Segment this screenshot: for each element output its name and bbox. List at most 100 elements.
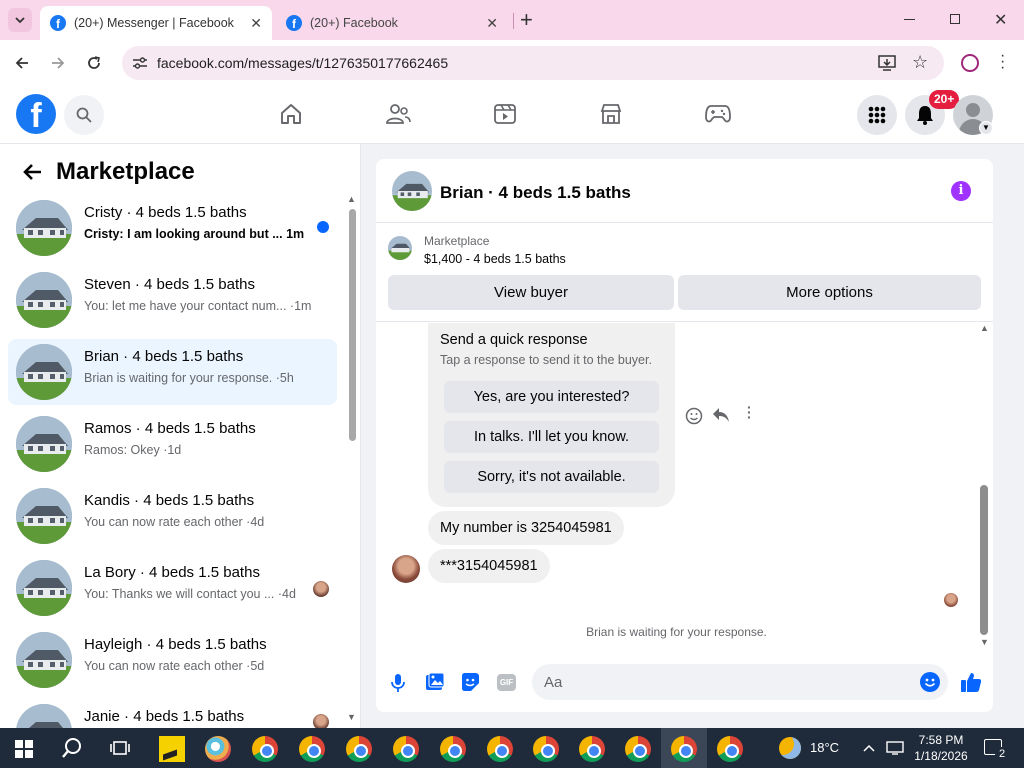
gaming-icon[interactable] — [705, 104, 731, 124]
conversation-preview-text: You: Thanks we will contact you ... — [84, 587, 278, 601]
photo-icon[interactable] — [425, 672, 445, 692]
thread-scrollbar[interactable]: ▲ ▼ — [978, 323, 990, 649]
facebook-logo-icon[interactable]: f — [16, 94, 56, 134]
emoji-icon[interactable] — [920, 672, 940, 692]
chrome-icon[interactable] — [671, 736, 697, 762]
tab-facebook[interactable]: f (20+) Facebook ✕ — [276, 6, 508, 40]
bookmark-star-icon[interactable]: ☆ — [912, 52, 928, 73]
message-input[interactable]: Aa — [532, 664, 948, 700]
close-tab-icon[interactable]: ✕ — [486, 15, 498, 32]
more-options-button[interactable]: More options — [678, 275, 981, 310]
chrome-icon[interactable] — [579, 736, 605, 762]
close-tab-icon[interactable]: ✕ — [250, 15, 262, 32]
tab-search-button[interactable] — [8, 8, 32, 32]
restore-icon[interactable] — [950, 14, 960, 24]
seen-avatar — [313, 581, 329, 597]
minimize-icon[interactable] — [904, 19, 915, 20]
conversation-item[interactable]: Cristy · 4 beds 1.5 baths Cristy: I am lo… — [8, 195, 337, 261]
react-emoji-icon[interactable] — [685, 407, 703, 425]
conversation-item[interactable]: Hayleigh · 4 beds 1.5 baths You can now r… — [8, 627, 337, 693]
gif-button[interactable]: GIF — [497, 674, 516, 691]
browser-menu-icon[interactable]: · · · — [1000, 48, 1005, 76]
quick-response-not-available[interactable]: Sorry, it's not available. — [444, 461, 659, 493]
back-arrow-icon[interactable] — [22, 163, 42, 181]
conversation-title: Janie · 4 beds 1.5 baths — [84, 708, 245, 725]
conversation-item[interactable]: Kandis · 4 beds 1.5 baths You can now rat… — [8, 483, 337, 549]
browser-tab-bar: f (20+) Messenger | Facebook ✕ f (20+) F… — [0, 0, 1024, 40]
like-thumb-icon[interactable] — [960, 671, 982, 693]
close-window-icon[interactable]: ✕ — [994, 10, 1007, 30]
chrome-icon[interactable] — [625, 736, 651, 762]
tab-messenger[interactable]: f (20+) Messenger | Facebook ✕ — [40, 6, 272, 40]
home-icon[interactable] — [279, 102, 303, 126]
chrome-icon[interactable] — [346, 736, 372, 762]
paint-app-icon[interactable] — [205, 736, 231, 762]
profile-icon[interactable] — [961, 54, 979, 72]
clock-time[interactable]: 7:58 PM — [914, 733, 968, 747]
scroll-down-arrow-icon[interactable]: ▼ — [980, 637, 989, 647]
scroll-up-arrow-icon[interactable]: ▲ — [347, 194, 356, 204]
conversation-title: Steven · 4 beds 1.5 baths — [84, 276, 255, 293]
conversation-info-icon[interactable]: i — [951, 181, 971, 201]
scroll-down-arrow-icon[interactable]: ▼ — [347, 712, 356, 722]
clock-date[interactable]: 1/18/2026 — [910, 749, 972, 763]
back-icon[interactable] — [14, 55, 30, 71]
conversation-item[interactable]: La Bory · 4 beds 1.5 baths You: Thanks we… — [8, 555, 337, 621]
chrome-icon[interactable] — [393, 736, 419, 762]
scroll-up-arrow-icon[interactable]: ▲ — [980, 323, 989, 333]
url-field[interactable]: facebook.com/messages/t/1276350177662465… — [122, 46, 944, 80]
house-photo — [16, 632, 72, 688]
weather-icon[interactable] — [779, 737, 801, 759]
conversation-item[interactable]: Brian · 4 beds 1.5 baths Brian is waiting… — [8, 339, 337, 405]
site-settings-icon[interactable] — [132, 56, 148, 70]
house-photo — [16, 344, 72, 400]
chrome-icon[interactable] — [440, 736, 466, 762]
sidebar-scrollbar[interactable]: ▲ ▼ — [347, 194, 357, 728]
weather-temp[interactable]: 18°C — [810, 740, 839, 755]
new-tab-icon[interactable]: + — [520, 8, 533, 32]
search-button[interactable] — [64, 95, 104, 135]
chrome-icon[interactable] — [487, 736, 513, 762]
chat-title[interactable]: Brian · 4 beds 1.5 baths — [440, 183, 631, 203]
tray-chevron-up-icon[interactable] — [863, 744, 875, 752]
windows-start-icon[interactable] — [15, 740, 33, 758]
network-icon[interactable] — [886, 741, 904, 755]
sender-avatar[interactable] — [392, 555, 420, 583]
quick-response-subtitle: Tap a response to send it to the buyer. — [440, 353, 652, 367]
conversation-time: ·1d — [163, 443, 182, 457]
conversation-item[interactable]: Janie · 4 beds 1.5 baths — [8, 699, 337, 728]
microphone-icon[interactable] — [390, 673, 406, 693]
chrome-icon[interactable] — [533, 736, 559, 762]
video-icon[interactable] — [493, 102, 517, 126]
search-icon[interactable] — [61, 737, 83, 759]
view-buyer-button[interactable]: View buyer — [388, 275, 674, 310]
listing-thumbnail[interactable] — [388, 236, 412, 260]
quick-response-in-talks[interactable]: In talks. I'll let you know. — [444, 421, 659, 453]
chrome-icon[interactable] — [717, 736, 743, 762]
message-bubble[interactable]: My number is 3254045981 — [428, 511, 624, 545]
chat-listing-thumbnail[interactable] — [392, 171, 432, 211]
friends-icon[interactable] — [385, 102, 411, 126]
listing-title[interactable]: $1,400 - 4 beds 1.5 baths — [424, 252, 566, 266]
chrome-icon[interactable] — [299, 736, 325, 762]
reload-icon[interactable] — [86, 55, 102, 71]
install-app-icon[interactable] — [878, 55, 896, 71]
conversation-item[interactable]: Steven · 4 beds 1.5 baths You: let me hav… — [8, 267, 337, 333]
forward-icon[interactable] — [50, 55, 66, 71]
task-view-icon[interactable] — [110, 739, 130, 757]
sticker-icon[interactable] — [460, 672, 480, 692]
chrome-icon[interactable] — [252, 736, 278, 762]
account-chevron-icon[interactable]: ▼ — [979, 121, 993, 135]
marketplace-icon[interactable] — [599, 102, 623, 126]
sticky-notes-icon[interactable] — [159, 736, 185, 762]
reply-icon[interactable] — [712, 407, 730, 423]
conversation-title: La Bory · 4 beds 1.5 baths — [84, 564, 260, 581]
message-bubble[interactable]: ***3154045981 — [428, 549, 550, 583]
menu-button[interactable] — [857, 95, 897, 135]
scroll-thumb[interactable] — [980, 485, 988, 635]
listing-thumbnail — [16, 416, 72, 472]
scroll-thumb[interactable] — [349, 209, 356, 441]
quick-response-yes[interactable]: Yes, are you interested? — [444, 381, 659, 413]
conversation-item[interactable]: Ramos · 4 beds 1.5 baths Ramos: Okey ·1d — [8, 411, 337, 477]
more-actions-icon[interactable]: · · · — [747, 400, 752, 424]
